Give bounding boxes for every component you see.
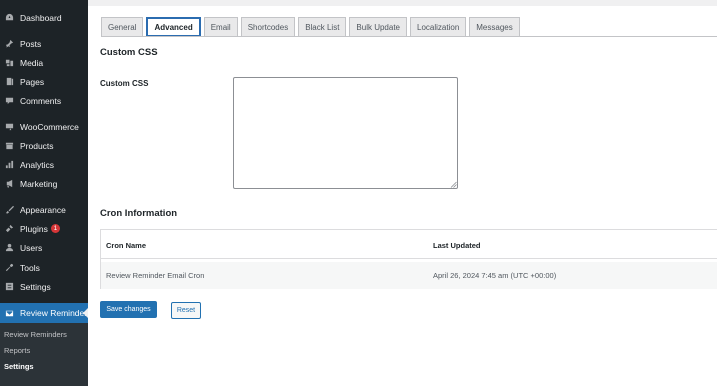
wrench-icon bbox=[3, 263, 15, 273]
analytics-icon bbox=[3, 160, 15, 170]
settings-icon bbox=[3, 282, 15, 292]
admin-sidebar: Dashboard Posts Media Pages Comments Woo… bbox=[0, 0, 88, 386]
comment-icon bbox=[3, 96, 15, 106]
dashboard-icon bbox=[3, 13, 15, 23]
tab-bulk-update[interactable]: Bulk Update bbox=[349, 17, 408, 37]
megaphone-icon bbox=[3, 179, 15, 189]
sidebar-item-label: Review Reminder bbox=[20, 308, 88, 318]
sidebar-item-tools[interactable]: Tools bbox=[0, 258, 88, 277]
sidebar-item-marketing[interactable]: Marketing bbox=[0, 174, 88, 193]
sidebar-item-products[interactable]: Products bbox=[0, 136, 88, 155]
brush-icon bbox=[3, 205, 15, 215]
tab-general[interactable]: General bbox=[101, 17, 144, 37]
sidebar-item-label: Tools bbox=[20, 262, 40, 273]
tab-shortcodes[interactable]: Shortcodes bbox=[240, 17, 296, 37]
sidebar-item-label: Products bbox=[20, 140, 54, 151]
plugin-icon bbox=[3, 224, 15, 234]
pages-icon bbox=[3, 77, 15, 87]
sidebar-item-pages[interactable]: Pages bbox=[0, 72, 88, 91]
sidebar-item-label: Appearance bbox=[20, 204, 66, 215]
column-header-last-updated: Last Updated bbox=[433, 240, 481, 250]
update-count-badge: 1 bbox=[50, 224, 60, 233]
custom-css-textarea[interactable] bbox=[233, 77, 458, 189]
sidebar-item-label: WooCommerce bbox=[20, 121, 79, 132]
sidebar-item-label: Marketing bbox=[20, 178, 58, 189]
sidebar-item-posts[interactable]: Posts bbox=[0, 34, 88, 53]
sidebar-item-label: Pages bbox=[20, 76, 45, 87]
sidebar-item-appearance[interactable]: Appearance bbox=[0, 200, 88, 219]
settings-tabs: General Advanced Email Shortcodes Black … bbox=[101, 17, 523, 37]
custom-css-section-title: Custom CSS bbox=[100, 47, 158, 58]
sidebar-item-label: Media bbox=[20, 57, 44, 68]
tab-localization[interactable]: Localization bbox=[410, 17, 467, 37]
submenu-item-reports[interactable]: Reports bbox=[4, 346, 30, 355]
sidebar-item-review-reminder[interactable]: Review Reminder bbox=[0, 303, 88, 323]
tab-black-list[interactable]: Black List bbox=[298, 17, 347, 37]
pin-icon bbox=[3, 39, 15, 49]
sidebar-item-media[interactable]: Media bbox=[0, 53, 88, 72]
email-icon bbox=[3, 308, 15, 318]
save-changes-button[interactable]: Save changes bbox=[100, 301, 157, 318]
products-icon bbox=[3, 141, 15, 151]
cron-table: Cron Name Last Updated Review Reminder E… bbox=[100, 229, 717, 289]
sidebar-item-woocommerce[interactable]: WooCommerce bbox=[0, 117, 88, 136]
sidebar-item-settings[interactable]: Settings bbox=[0, 277, 88, 296]
submenu-item-settings[interactable]: Settings bbox=[4, 362, 34, 371]
woocommerce-icon bbox=[3, 122, 15, 132]
sidebar-item-label: Comments bbox=[20, 95, 62, 106]
tab-advanced[interactable]: Advanced bbox=[146, 17, 201, 37]
resize-handle-icon[interactable] bbox=[450, 181, 457, 188]
custom-css-label: Custom CSS bbox=[100, 79, 149, 88]
sidebar-item-label: Plugins bbox=[20, 223, 48, 234]
media-icon bbox=[3, 58, 15, 68]
sidebar-item-label: Analytics bbox=[20, 159, 55, 170]
users-icon bbox=[3, 243, 15, 253]
sidebar-item-analytics[interactable]: Analytics bbox=[0, 155, 88, 174]
column-header-cron-name: Cron Name bbox=[106, 240, 147, 250]
sidebar-item-label: Settings bbox=[20, 281, 51, 292]
sidebar-item-label: Dashboard bbox=[20, 12, 62, 23]
table-header-row: Cron Name Last Updated bbox=[101, 232, 717, 259]
submenu-item-review-reminders[interactable]: Review Reminders bbox=[4, 330, 67, 339]
tab-messages[interactable]: Messages bbox=[469, 17, 520, 37]
last-updated-cell: April 26, 2024 7:45 am (UTC +00:00) bbox=[433, 271, 557, 280]
sidebar-item-users[interactable]: Users bbox=[0, 238, 88, 257]
tab-divider bbox=[101, 36, 717, 37]
sidebar-item-comments[interactable]: Comments bbox=[0, 91, 88, 110]
cron-section-title: Cron Information bbox=[100, 208, 178, 219]
settings-panel bbox=[88, 6, 717, 386]
main-content: General Advanced Email Shortcodes Black … bbox=[88, 0, 717, 386]
tab-email[interactable]: Email bbox=[203, 17, 238, 37]
reset-button[interactable]: Reset bbox=[171, 302, 201, 319]
sidebar-item-dashboard[interactable]: Dashboard bbox=[0, 8, 88, 27]
sidebar-item-label: Users bbox=[20, 242, 43, 253]
cron-name-cell: Review Reminder Email Cron bbox=[106, 271, 205, 280]
table-row: Review Reminder Email Cron April 26, 202… bbox=[101, 262, 717, 289]
sidebar-item-label: Posts bbox=[20, 38, 42, 49]
review-reminder-submenu: Review Reminders Reports Settings bbox=[0, 323, 88, 386]
sidebar-item-plugins[interactable]: Plugins 1 bbox=[0, 219, 88, 238]
